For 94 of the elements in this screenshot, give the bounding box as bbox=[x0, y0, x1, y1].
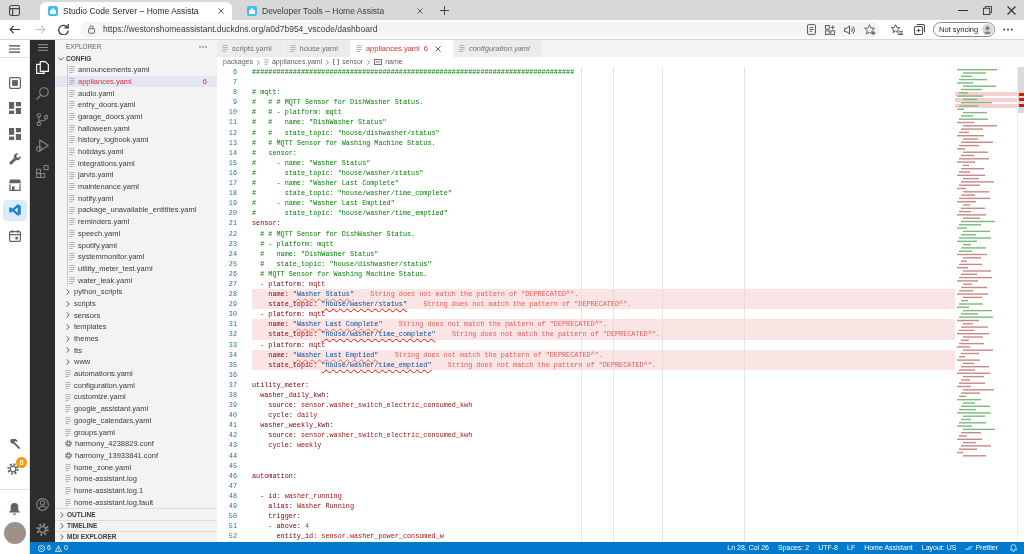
file-icon bbox=[458, 45, 465, 52]
minimap-drawing[interactable] bbox=[955, 67, 1017, 459]
file-icon bbox=[65, 393, 71, 401]
close-icon[interactable] bbox=[1007, 5, 1016, 15]
home-icon bbox=[247, 6, 257, 16]
new-tab-icon[interactable] bbox=[440, 5, 449, 15]
speaker-icon[interactable] bbox=[844, 24, 855, 35]
file-icon bbox=[69, 101, 75, 109]
file-icon bbox=[65, 405, 71, 413]
error-marker bbox=[1019, 104, 1024, 107]
file-icon bbox=[263, 59, 269, 65]
menu-icon[interactable] bbox=[37, 43, 48, 51]
lock-icon bbox=[88, 25, 95, 34]
file-icon bbox=[69, 253, 75, 261]
collections-icon[interactable] bbox=[914, 24, 925, 35]
file-icon bbox=[69, 89, 75, 97]
bell-icon[interactable] bbox=[9, 503, 20, 515]
file-icon bbox=[69, 113, 75, 121]
arrow-left-icon[interactable] bbox=[9, 25, 20, 34]
apps-icon[interactable] bbox=[825, 24, 835, 35]
home-icon bbox=[48, 6, 58, 16]
reader-icon[interactable] bbox=[807, 24, 816, 35]
branch-icon[interactable] bbox=[36, 112, 49, 126]
double-check-icon bbox=[965, 545, 974, 551]
tab-actions-icon[interactable] bbox=[9, 4, 20, 16]
file-icon bbox=[65, 416, 71, 424]
settings-icon[interactable] bbox=[36, 523, 49, 536]
file-icon bbox=[65, 463, 71, 471]
file-icon bbox=[69, 229, 75, 237]
chevron-right-icon bbox=[256, 59, 260, 65]
file-icon bbox=[65, 475, 71, 483]
error-marker bbox=[1019, 98, 1024, 101]
files-icon[interactable] bbox=[36, 60, 49, 74]
file-icon bbox=[69, 78, 75, 86]
refresh-icon[interactable] bbox=[58, 24, 69, 35]
browser-tab[interactable]: Developer Tools – Home Assista bbox=[239, 2, 431, 20]
file-icon bbox=[69, 276, 75, 284]
file-icon bbox=[65, 487, 71, 495]
file-icon bbox=[69, 241, 75, 249]
code-editor-icon[interactable] bbox=[8, 204, 21, 217]
favorites-icon[interactable] bbox=[891, 24, 903, 35]
hammer-icon[interactable] bbox=[8, 438, 21, 449]
file-icon bbox=[289, 45, 296, 52]
selected-item-background[interactable] bbox=[2, 199, 27, 221]
file-icon bbox=[355, 45, 362, 52]
minimize-icon[interactable] bbox=[958, 9, 968, 11]
profile-icon bbox=[982, 24, 993, 35]
file-icon bbox=[65, 498, 71, 506]
file-icon bbox=[69, 66, 75, 74]
file-icon bbox=[65, 428, 71, 436]
brackets-icon bbox=[333, 59, 340, 65]
file-icon bbox=[69, 171, 75, 179]
file-icon bbox=[69, 148, 75, 156]
calendar-icon[interactable] bbox=[8, 229, 21, 242]
search-icon[interactable] bbox=[36, 86, 49, 100]
wrench-icon[interactable] bbox=[8, 153, 21, 166]
dashboard-icon[interactable] bbox=[8, 102, 21, 115]
url-text: https://westonshomeassistant.duckdns.org/a0d7b954_vscode/dashboard bbox=[103, 23, 378, 36]
file-icon bbox=[69, 159, 75, 167]
file-icon bbox=[69, 194, 75, 202]
file-icon bbox=[69, 218, 75, 226]
file-icon bbox=[69, 136, 75, 144]
dashboard-icon[interactable] bbox=[8, 127, 21, 140]
field-icon bbox=[374, 59, 383, 65]
blocks-icon[interactable] bbox=[36, 164, 49, 178]
file-icon bbox=[69, 206, 75, 214]
file-icon bbox=[65, 381, 71, 389]
chevron-right-icon bbox=[326, 59, 330, 65]
account-icon[interactable] bbox=[36, 497, 49, 511]
play-icon[interactable] bbox=[36, 138, 49, 152]
browser-tab[interactable]: Studio Code Server – Home Assista bbox=[40, 2, 232, 20]
error-marker bbox=[1019, 93, 1024, 96]
settings-icon[interactable] bbox=[6, 462, 19, 475]
warning-icon bbox=[54, 544, 62, 552]
restore-icon[interactable] bbox=[983, 5, 992, 15]
add-favorite-icon[interactable] bbox=[864, 24, 876, 35]
close-icon[interactable] bbox=[417, 8, 423, 14]
avatar[interactable] bbox=[3, 522, 26, 544]
address-bar[interactable]: https://westonshomeassistant.duckdns.org/a0d7b954_vscode/dashboard bbox=[80, 22, 880, 37]
error-icon bbox=[38, 544, 45, 552]
menu-icon[interactable] bbox=[9, 44, 20, 53]
chevron-right-icon bbox=[367, 59, 371, 65]
file-icon bbox=[65, 370, 71, 378]
close-icon[interactable] bbox=[218, 8, 224, 14]
store-icon[interactable] bbox=[8, 178, 21, 191]
file-icon bbox=[222, 45, 228, 52]
square-icon[interactable] bbox=[8, 76, 21, 89]
update-count: 8 bbox=[16, 457, 27, 468]
bell-icon[interactable] bbox=[1010, 544, 1017, 552]
close-icon[interactable] bbox=[434, 45, 441, 52]
file-icon bbox=[69, 265, 75, 273]
more-icon[interactable] bbox=[1003, 28, 1013, 31]
file-icon bbox=[69, 124, 75, 132]
file-icon bbox=[69, 183, 75, 191]
